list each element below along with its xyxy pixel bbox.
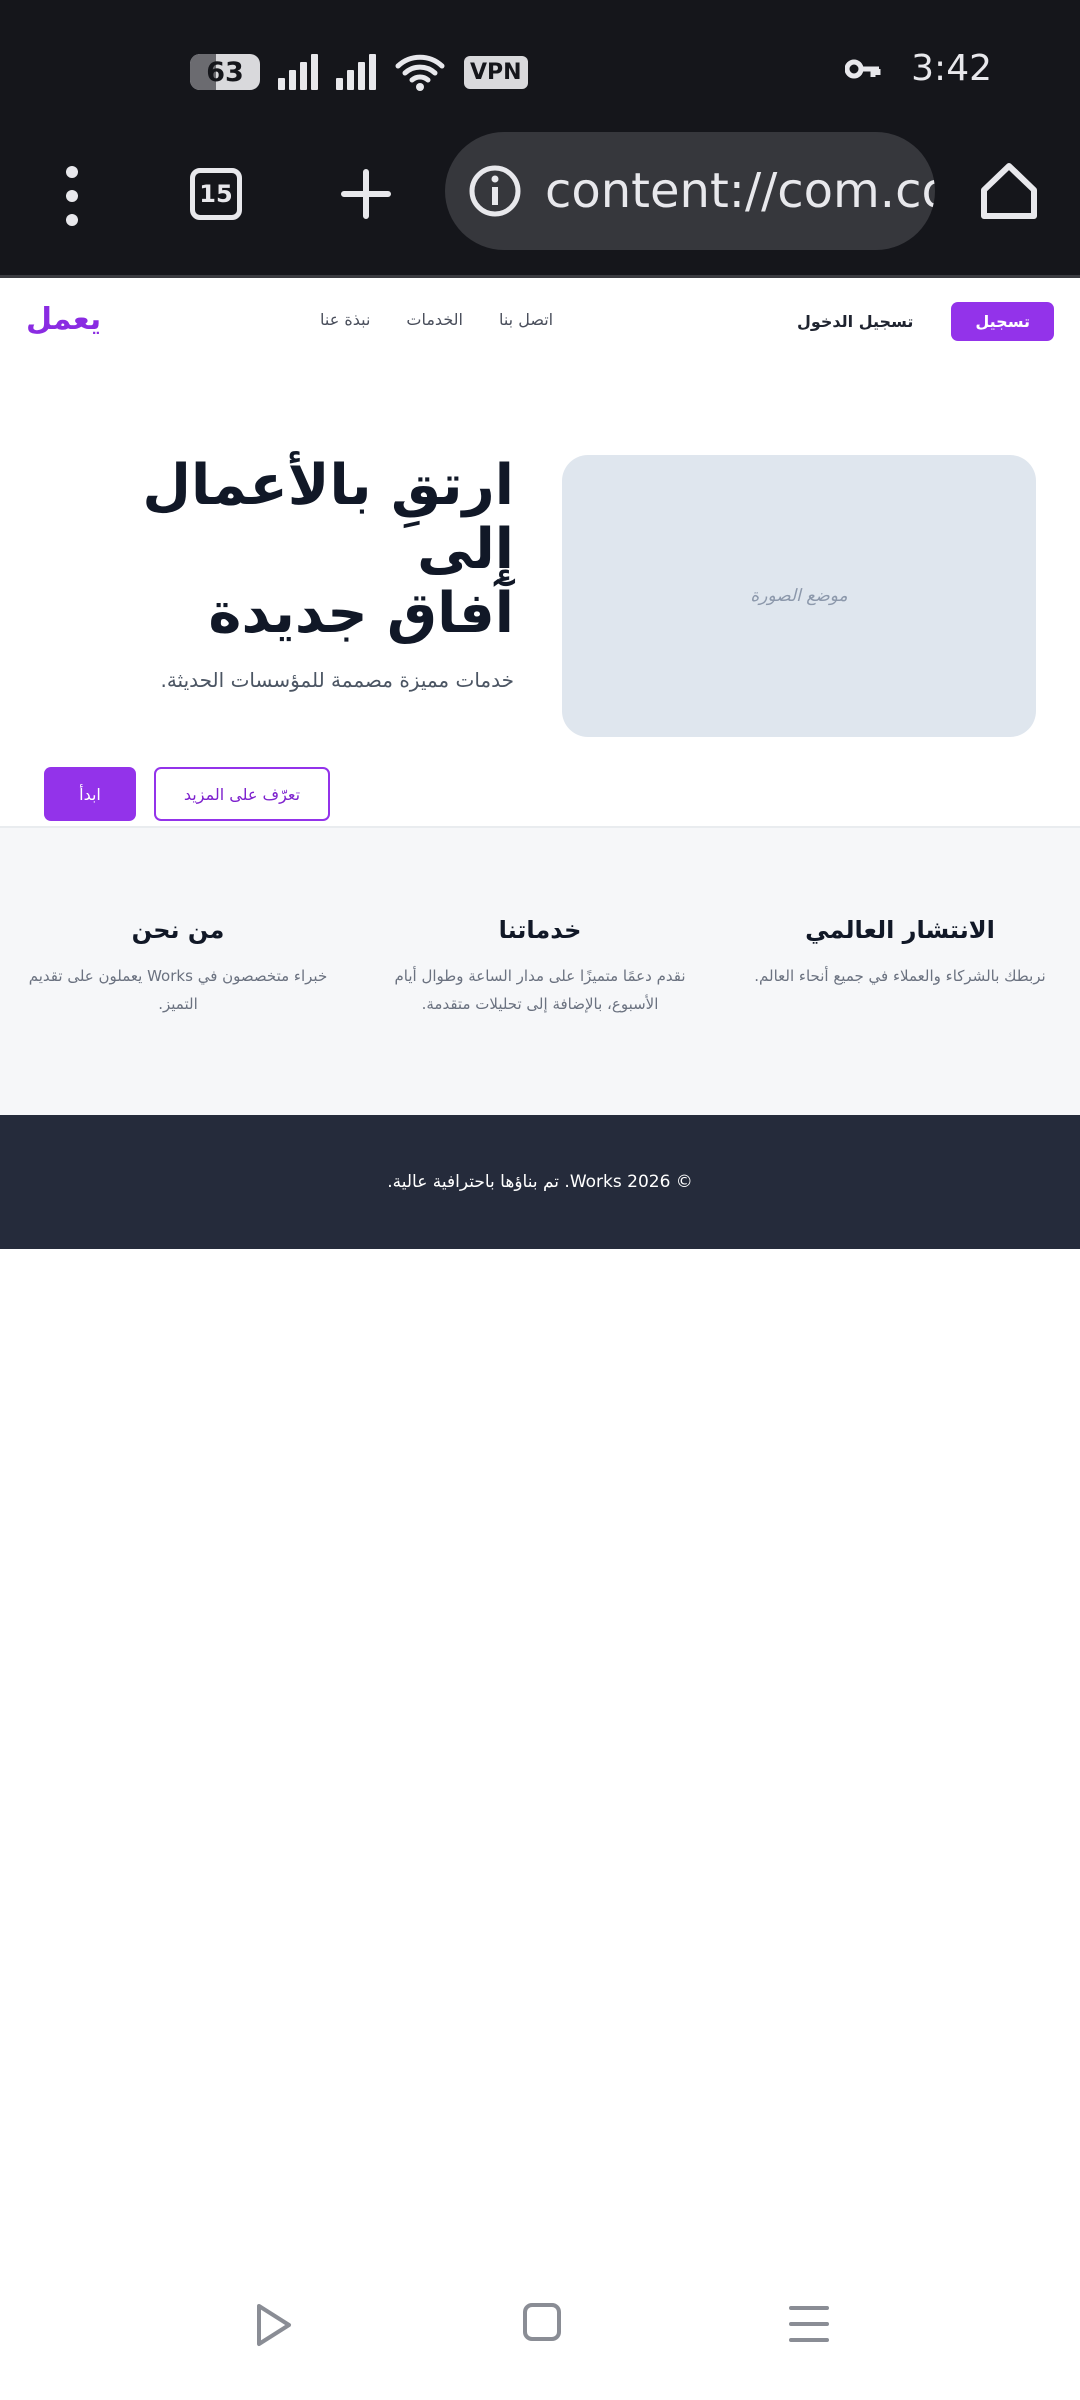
plus-icon[interactable] bbox=[340, 168, 392, 220]
feature-text: خبراء متخصصون في Works يعملون على تقديم … bbox=[28, 967, 328, 1013]
wifi-icon bbox=[395, 54, 445, 91]
vpn-icon: VPN bbox=[464, 55, 528, 89]
web-page: تسجيل تسجيل الدخول اتصل بنا الخدمات نبذة… bbox=[0, 278, 1080, 1249]
footer-copyright: © 2026 Works. تم بناؤها باحترافية عالية. bbox=[387, 1172, 693, 1192]
status-bar: 63 VPN 3:42 bbox=[0, 0, 1080, 130]
hero-title-line: آفاق جديدة bbox=[208, 581, 514, 646]
battery-icon: 63 bbox=[190, 54, 260, 90]
hero-text: ارتقِ بالأعمال إلى آفاق جديدة خدمات مميز… bbox=[44, 454, 514, 693]
nav-link-about[interactable]: نبذة عنا bbox=[320, 310, 370, 329]
feature-title: خدماتنا bbox=[498, 916, 582, 944]
hero-title: ارتقِ بالأعمال إلى آفاق جديدة bbox=[44, 454, 514, 646]
home-icon[interactable] bbox=[522, 2302, 562, 2342]
feature-text: نربطك بالشركاء والعملاء في جميع أنحاء ال… bbox=[754, 967, 1046, 985]
menu-dots-icon[interactable] bbox=[60, 166, 84, 226]
feature-about: من نحن خبراء متخصصون في Works يعملون على… bbox=[18, 916, 338, 1018]
status-icons-right: 3:42 bbox=[845, 48, 992, 89]
hero-subtitle: خدمات مميزة مصممة للمؤسسات الحديثة. bbox=[160, 668, 514, 692]
status-icons-left: 63 VPN bbox=[190, 52, 528, 92]
info-icon[interactable] bbox=[467, 163, 523, 219]
header-actions: تسجيل تسجيل الدخول bbox=[797, 302, 1054, 341]
features-section: الانتشار العالمي نربطك بالشركاء والعملاء… bbox=[0, 826, 1080, 1115]
key-icon bbox=[845, 59, 881, 78]
back-icon[interactable] bbox=[253, 2300, 295, 2350]
site-header: تسجيل تسجيل الدخول اتصل بنا الخدمات نبذة… bbox=[0, 278, 1080, 364]
feature-title: الانتشار العالمي bbox=[805, 916, 995, 944]
system-nav-bar bbox=[0, 2270, 1080, 2400]
feature-global-reach: الانتشار العالمي نربطك بالشركاء والعملاء… bbox=[740, 916, 1060, 990]
site-footer: © 2026 Works. تم بناؤها باحترافية عالية. bbox=[0, 1115, 1080, 1249]
register-button[interactable]: تسجيل bbox=[951, 302, 1054, 341]
image-placeholder-label: موضع الصورة bbox=[750, 586, 848, 606]
signal-icon bbox=[278, 54, 318, 90]
hero-section: موضع الصورة ارتقِ بالأعمال إلى آفاق جديد… bbox=[0, 364, 1080, 826]
hero-buttons: ابدأ تعرّف على المزيد bbox=[44, 767, 330, 821]
nav-link-contact[interactable]: اتصل بنا bbox=[499, 310, 553, 329]
recents-icon[interactable] bbox=[788, 2302, 830, 2346]
signal-icon bbox=[336, 54, 376, 90]
clock: 3:42 bbox=[911, 48, 992, 89]
learn-more-button[interactable]: تعرّف على المزيد bbox=[154, 767, 330, 821]
url-text[interactable]: content://com.col bbox=[545, 163, 935, 219]
tabs-button[interactable]: 15 bbox=[190, 168, 242, 220]
hero-image-placeholder: موضع الصورة bbox=[562, 455, 1036, 737]
login-link[interactable]: تسجيل الدخول bbox=[797, 312, 913, 331]
browser-toolbar: 15 content://com.col bbox=[0, 130, 1080, 278]
start-button[interactable]: ابدأ bbox=[44, 767, 136, 821]
main-nav: اتصل بنا الخدمات نبذة عنا bbox=[320, 310, 553, 329]
battery-level: 63 bbox=[206, 56, 244, 88]
url-bar[interactable]: content://com.col bbox=[445, 132, 935, 250]
home-icon[interactable] bbox=[978, 160, 1040, 222]
feature-title: من نحن bbox=[131, 916, 225, 944]
nav-link-services[interactable]: الخدمات bbox=[406, 310, 463, 329]
feature-services: خدماتنا نقدم دعمًا متميزًا على مدار السا… bbox=[380, 916, 700, 1018]
feature-text: نقدم دعمًا متميزًا على مدار الساعة وطوال… bbox=[394, 967, 686, 1013]
brand-logo[interactable]: يعمل bbox=[26, 302, 101, 337]
hero-title-line: ارتقِ بالأعمال إلى bbox=[142, 453, 514, 582]
